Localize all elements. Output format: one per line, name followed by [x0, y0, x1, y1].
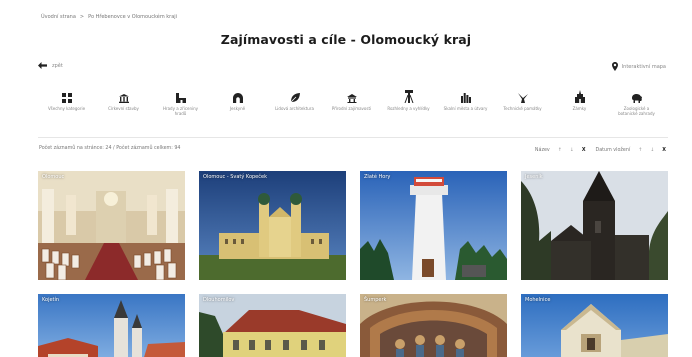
records-total: Počet záznamů celkem: 94	[116, 146, 181, 151]
destination-name: Dlouhomilov	[203, 297, 235, 303]
lookout-tower-icon	[404, 90, 413, 103]
breadcrumb-home-link[interactable]: Úvodní strana	[41, 14, 76, 20]
map-pin-icon	[611, 62, 618, 71]
sort-name-desc-button[interactable]: ↓	[570, 148, 574, 153]
castle-icon	[175, 93, 186, 103]
category-label: Všechny kategorie	[47, 106, 86, 111]
cave-icon	[232, 93, 243, 103]
arrow-left-icon	[38, 62, 47, 69]
windmill-icon	[517, 93, 528, 103]
category-label: Zámky	[572, 106, 587, 111]
destination-name: Jeseník	[525, 174, 543, 180]
category-folk-architecture[interactable]: Lidová architektura	[266, 89, 323, 116]
nature-icon	[346, 94, 357, 103]
category-label: Jeskyně	[229, 106, 246, 111]
category-filter: Všechny kategorie Církevní stavby Hrady …	[38, 89, 666, 116]
destination-name: Olomouc	[42, 174, 65, 180]
destination-name: Mohelnice	[525, 297, 551, 303]
destination-photo	[199, 171, 346, 280]
category-nature[interactable]: Přírodní zajímavosti	[323, 89, 380, 116]
destination-card[interactable]: Olomouc - Svatý Kopeček	[199, 171, 346, 280]
breadcrumb: Úvodní strana > Po Hřebenovce v Olomouckém…	[41, 14, 177, 20]
sort-date-asc-button[interactable]: ↑	[638, 148, 642, 153]
rocks-icon	[460, 93, 471, 103]
category-zoos[interactable]: Zoologické a botanické zahrady	[608, 89, 665, 116]
destination-photo	[360, 171, 507, 280]
church-icon	[118, 94, 129, 103]
category-caves[interactable]: Jeskyně	[209, 89, 266, 116]
destination-card[interactable]: Šumperk	[360, 294, 507, 357]
destination-grid: Olomouc Olomouc - Svatý Kopeček Zlaté Ho…	[38, 171, 670, 357]
category-lookouts[interactable]: Rozhledny a vyhlídky	[380, 89, 437, 116]
category-technical[interactable]: Technické památky	[494, 89, 551, 116]
destination-photo	[521, 294, 668, 357]
divider	[38, 137, 668, 138]
destination-photo	[199, 294, 346, 357]
sort-date-desc-button[interactable]: ↓	[650, 148, 654, 153]
destination-card[interactable]: Olomouc	[38, 171, 185, 280]
destination-name: Olomouc - Svatý Kopeček	[203, 174, 267, 180]
category-label: Skalní města a útvary	[443, 106, 488, 111]
destination-card[interactable]: Kojetín	[38, 294, 185, 357]
map-label: Interaktivní mapa	[621, 63, 666, 70]
category-all[interactable]: Všechny kategorie	[38, 89, 95, 116]
back-link[interactable]: zpět	[38, 62, 63, 69]
category-rocks[interactable]: Skalní města a útvary	[437, 89, 494, 116]
sort-date-label: Datum vložení	[595, 148, 631, 153]
category-church[interactable]: Církevní stavby	[95, 89, 152, 116]
category-label: Technické památky	[503, 106, 542, 111]
category-label: Rozhledny a vyhlídky	[387, 106, 430, 111]
category-castles[interactable]: Hrady a zřiceniny hradů	[152, 89, 209, 116]
destination-photo	[521, 171, 668, 280]
destination-photo	[360, 294, 507, 357]
breadcrumb-separator: >	[79, 14, 85, 20]
destination-card[interactable]: Zlaté Hory	[360, 171, 507, 280]
sort-controls: Název ↑ ↓ X Datum vložení ↑ ↓ X	[535, 148, 666, 153]
page-title: Zajímavosti a cíle - Olomoucký kraj	[220, 32, 472, 47]
breadcrumb-current: Po Hřebenovce v Olomouckém kraji	[88, 14, 178, 20]
category-label: Hrady a zřiceniny hradů	[162, 106, 199, 116]
records-per-page: Počet záznamů na stránce: 24	[39, 146, 112, 151]
interactive-map-link[interactable]: Interaktivní mapa	[611, 62, 666, 71]
category-label: Církevní stavby	[108, 106, 139, 111]
destination-photo	[38, 171, 185, 280]
category-chateaux[interactable]: Zámky	[551, 89, 608, 116]
category-label: Zoologické a botanické zahrady	[618, 106, 655, 116]
leaf-icon	[289, 93, 300, 103]
counts-separator: /	[113, 146, 115, 151]
destination-card[interactable]: Mohelnice	[521, 294, 668, 357]
back-label: zpět	[52, 62, 63, 69]
sort-date-clear-button[interactable]: X	[662, 148, 666, 153]
record-counts: Počet záznamů na stránce: 24 / Počet záz…	[39, 146, 180, 151]
elephant-icon	[632, 94, 642, 103]
grid-icon	[61, 93, 72, 103]
destination-photo	[38, 294, 185, 357]
destination-name: Zlaté Hory	[364, 174, 391, 180]
destination-card[interactable]: Jeseník	[521, 171, 668, 280]
destination-name: Kojetín	[42, 297, 60, 303]
category-label: Přírodní zajímavosti	[331, 106, 372, 111]
sort-name-clear-button[interactable]: X	[582, 148, 586, 153]
category-label: Lidová architektura	[275, 106, 314, 111]
destination-name: Šumperk	[364, 297, 387, 303]
destination-card[interactable]: Dlouhomilov	[199, 294, 346, 357]
sort-name-asc-button[interactable]: ↑	[558, 148, 562, 153]
sort-name-label: Název	[534, 148, 550, 153]
chateau-icon	[574, 90, 585, 103]
